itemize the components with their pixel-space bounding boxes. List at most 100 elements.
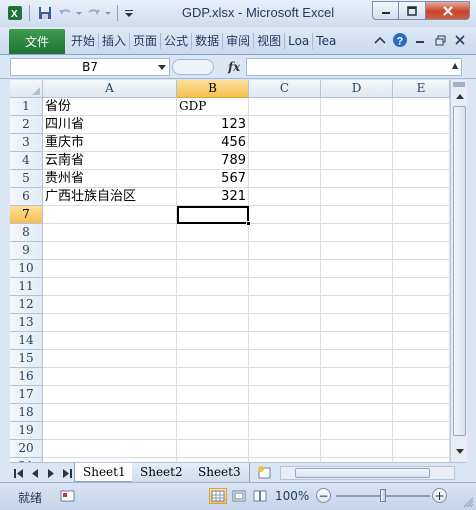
cell-a16[interactable]	[43, 368, 177, 386]
row-header[interactable]: 14	[10, 332, 43, 350]
cell-e1[interactable]	[393, 98, 450, 116]
row-header[interactable]: 15	[10, 350, 43, 368]
cell-a18[interactable]	[43, 404, 177, 422]
cell-a12[interactable]	[43, 296, 177, 314]
cell-b9[interactable]	[177, 242, 249, 260]
maximize-icon[interactable]	[399, 1, 426, 20]
cell-c19[interactable]	[249, 422, 321, 440]
ribbon-minimize-icon[interactable]	[372, 32, 388, 48]
cell-d7[interactable]	[321, 206, 393, 224]
cell-c15[interactable]	[249, 350, 321, 368]
cell-e9[interactable]	[393, 242, 450, 260]
row-header[interactable]: 11	[10, 278, 43, 296]
cell-b7[interactable]	[177, 206, 251, 226]
cell-d6[interactable]	[321, 188, 393, 206]
tab-load-test[interactable]: Loa	[285, 33, 314, 49]
cell-a20[interactable]	[43, 440, 177, 458]
cell-b16[interactable]	[177, 368, 249, 386]
name-box[interactable]: B7	[10, 58, 170, 76]
cell-a15[interactable]	[43, 350, 177, 368]
cell-e14[interactable]	[393, 332, 450, 350]
cell-a19[interactable]	[43, 422, 177, 440]
row-header[interactable]: 6	[10, 188, 43, 206]
cell-e17[interactable]	[393, 386, 450, 404]
cell-a1[interactable]: 省份	[43, 98, 177, 116]
tab-data[interactable]: 数据	[192, 33, 224, 49]
sheet-tab-sheet2[interactable]: Sheet2	[132, 463, 192, 482]
cell-b14[interactable]	[177, 332, 249, 350]
fill-handle[interactable]	[246, 221, 251, 226]
cell-e6[interactable]	[393, 188, 450, 206]
tab-insert[interactable]: 插入	[99, 33, 131, 49]
cell-d4[interactable]	[321, 152, 393, 170]
row-header[interactable]: 16	[10, 368, 43, 386]
page-break-view-icon[interactable]	[251, 488, 269, 504]
column-header-e[interactable]: E	[393, 80, 450, 98]
cell-b6[interactable]: 321	[177, 188, 249, 206]
last-sheet-icon[interactable]	[60, 467, 74, 479]
cell-b1[interactable]: GDP	[177, 98, 249, 116]
row-header[interactable]: 4	[10, 152, 43, 170]
cell-e3[interactable]	[393, 134, 450, 152]
help-icon[interactable]: ?	[392, 32, 408, 48]
cell-c9[interactable]	[249, 242, 321, 260]
tab-view[interactable]: 视图	[254, 33, 286, 49]
cell-b2[interactable]: 123	[177, 116, 249, 134]
cell-d10[interactable]	[321, 260, 393, 278]
tab-page-layout[interactable]: 页面	[130, 33, 162, 49]
vertical-scrollbar[interactable]	[450, 80, 467, 462]
select-all-button[interactable]	[10, 80, 43, 98]
sheet-tab-sheet1[interactable]: Sheet1	[74, 463, 135, 482]
cell-e4[interactable]	[393, 152, 450, 170]
workbook-restore-icon[interactable]	[432, 32, 448, 48]
zoom-in-icon[interactable]: +	[432, 488, 447, 503]
cell-b4[interactable]: 789	[177, 152, 249, 170]
cell-d19[interactable]	[321, 422, 393, 440]
column-header-a[interactable]: A	[43, 80, 177, 98]
cell-c17[interactable]	[249, 386, 321, 404]
tab-home[interactable]: 开始	[68, 33, 100, 49]
cell-d15[interactable]	[321, 350, 393, 368]
cell-a4[interactable]: 云南省	[43, 152, 177, 170]
cell-d20[interactable]	[321, 440, 393, 458]
cell-a14[interactable]	[43, 332, 177, 350]
cell-c1[interactable]	[249, 98, 321, 116]
cell-e15[interactable]	[393, 350, 450, 368]
cell-a8[interactable]	[43, 224, 177, 242]
cell-d3[interactable]	[321, 134, 393, 152]
cell-d12[interactable]	[321, 296, 393, 314]
scroll-down-icon[interactable]	[452, 444, 467, 460]
normal-view-icon[interactable]	[209, 488, 227, 504]
row-header[interactable]: 10	[10, 260, 43, 278]
cell-c7[interactable]	[249, 206, 321, 224]
insert-sheet-icon[interactable]	[257, 465, 273, 479]
row-header[interactable]: 2	[10, 116, 43, 134]
column-header-c[interactable]: C	[249, 80, 321, 98]
workbook-close-icon[interactable]	[452, 32, 468, 48]
cell-b15[interactable]	[177, 350, 249, 368]
cell-a9[interactable]	[43, 242, 177, 260]
split-handle[interactable]	[453, 82, 465, 87]
horizontal-scroll-thumb[interactable]	[295, 468, 430, 478]
cell-b11[interactable]	[177, 278, 249, 296]
horizontal-scrollbar[interactable]	[280, 466, 455, 480]
row-header[interactable]: 12	[10, 296, 43, 314]
cell-a17[interactable]	[43, 386, 177, 404]
tab-team[interactable]: Tea	[313, 33, 339, 49]
cell-c18[interactable]	[249, 404, 321, 422]
cell-a2[interactable]: 四川省	[43, 116, 177, 134]
cell-a6[interactable]: 广西壮族自治区	[43, 188, 177, 206]
page-layout-view-icon[interactable]	[230, 488, 248, 504]
file-tab[interactable]: 文件	[9, 29, 65, 54]
cell-c4[interactable]	[249, 152, 321, 170]
cell-e16[interactable]	[393, 368, 450, 386]
cell-b3[interactable]: 456	[177, 134, 249, 152]
cell-b8[interactable]	[177, 224, 249, 242]
row-header[interactable]: 9	[10, 242, 43, 260]
zoom-out-icon[interactable]: −	[316, 488, 331, 503]
cell-c3[interactable]	[249, 134, 321, 152]
record-macro-icon[interactable]	[60, 488, 76, 504]
cell-c5[interactable]	[249, 170, 321, 188]
row-header[interactable]: 18	[10, 404, 43, 422]
cell-e10[interactable]	[393, 260, 450, 278]
